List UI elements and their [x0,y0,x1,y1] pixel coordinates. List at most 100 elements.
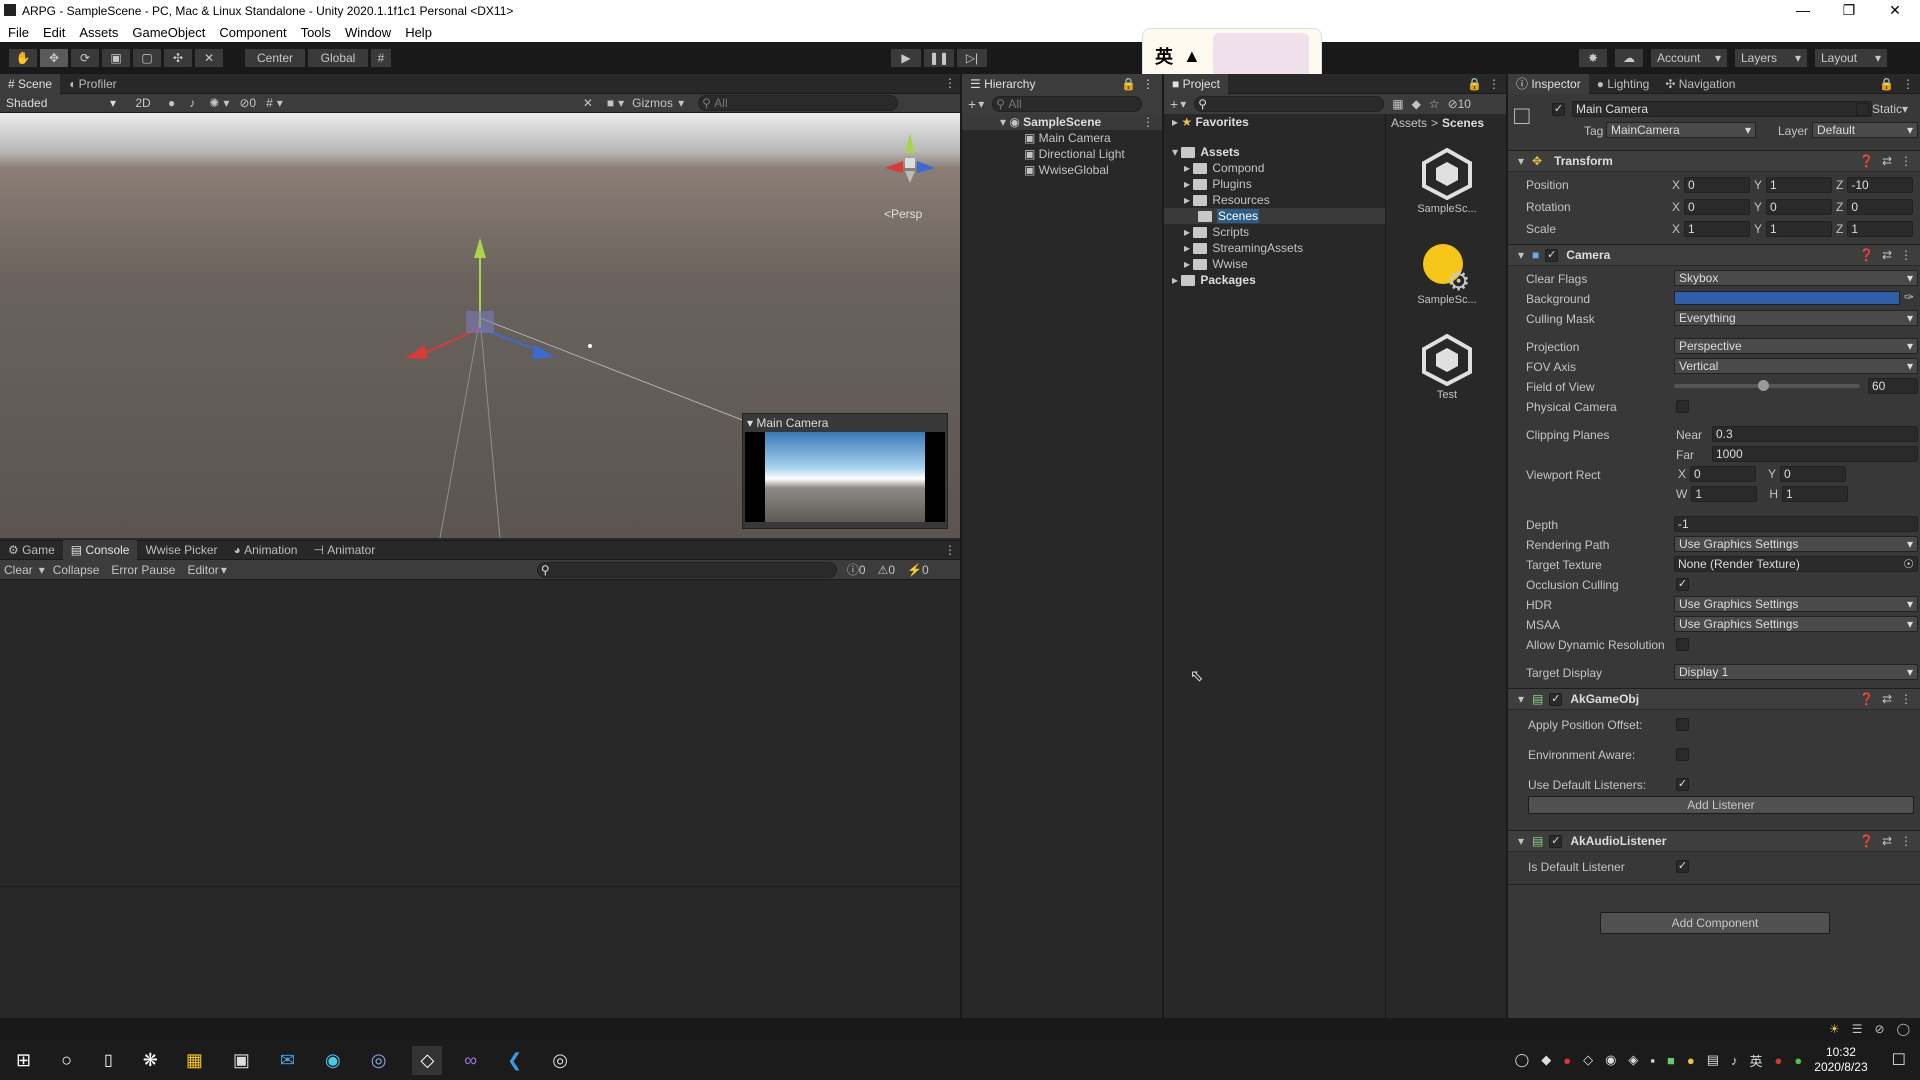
tab-navigation[interactable]: ✣ Navigation [1657,74,1743,94]
menu-help[interactable]: Help [405,25,432,40]
add-component-button[interactable]: Add Component [1600,912,1830,934]
console-detail-area[interactable] [0,886,960,1018]
apply-position-offset-checkbox[interactable] [1676,718,1689,731]
collapse-toggle[interactable]: Collapse [53,563,100,577]
tray-app-icon[interactable]: ● [1563,1053,1571,1068]
pivot-center-button[interactable]: Center [244,48,306,68]
sync-status-icon[interactable]: ◯ [1897,1022,1910,1036]
fov-slider-track[interactable] [1674,380,1860,391]
hand-tool-button[interactable]: ✋ [8,48,38,68]
viewport-w-field[interactable]: 1 [1691,486,1758,502]
camera-object-icon[interactable] [466,311,494,333]
unity-hub-icon[interactable]: ◎ [552,1050,568,1071]
volume-icon[interactable]: ♪ [1731,1053,1738,1068]
hierarchy-item-directional-light[interactable]: ▣ Directional Light [962,146,1162,162]
component-menu-icon[interactable]: ⋮ [1900,154,1912,168]
account-dropdown[interactable]: Account ▾ [1650,48,1728,68]
error-pause-toggle[interactable]: Error Pause [111,563,175,577]
chevron-down-icon[interactable]: ▾ [618,96,624,110]
akaudiolistener-header[interactable]: ▾ ▤ ✓ AkAudioListener ❓ ⇄ ⋮ [1508,830,1920,852]
task-view-icon[interactable]: ▯ [104,1050,113,1070]
notification-icon[interactable]: ☐ [1892,1050,1906,1070]
clear-flags-dropdown[interactable]: Skybox ▾ [1674,270,1918,286]
camera-header[interactable]: ▾ ■ ✓ Camera ❓ ⇄ ⋮ [1508,244,1920,266]
ime-skin-icon[interactable]: ▲ [1183,46,1201,67]
windows-start-icon[interactable]: ⊞ [16,1050,31,1071]
help-icon[interactable]: ❓ [1859,834,1874,848]
static-checkbox[interactable] [1856,103,1869,116]
panel-menu-icon[interactable]: ⋮ [1142,115,1154,129]
tab-profiler[interactable]: ◖ Profiler [60,74,125,94]
2d-toggle[interactable]: 2D [130,95,156,111]
static-dropdown[interactable]: Static ▾ [1872,102,1908,116]
clear-button[interactable]: Clear [4,563,33,577]
preset-icon[interactable]: ⇄ [1882,248,1892,262]
eyedropper-icon[interactable]: ✑ [1904,290,1914,304]
tray-app-icon[interactable]: ◆ [1541,1052,1551,1068]
target-display-dropdown[interactable]: Display 1 ▾ [1674,664,1918,680]
project-search-input[interactable]: ⚲ [1194,96,1385,112]
audio-toggle-icon[interactable]: ♪ [189,96,195,110]
tools-icon[interactable]: ✕ [583,96,593,110]
snap-grid-button[interactable]: # [370,48,392,68]
preset-icon[interactable]: ⇄ [1882,154,1892,168]
menu-component[interactable]: Component [219,25,286,40]
favorites-row[interactable]: ▸ ★ Favorites [1164,114,1385,130]
component-menu-icon[interactable]: ⋮ [1900,834,1912,848]
object-picker-icon[interactable]: ☉ [1903,557,1914,571]
help-icon[interactable]: ❓ [1859,692,1874,706]
store-icon[interactable]: ▣ [233,1050,250,1071]
position-y-field[interactable]: 1 [1766,177,1833,193]
move-tool-button[interactable]: ✥ [39,48,69,68]
filter-label-icon[interactable]: ◆ [1412,97,1421,111]
warning-icon[interactable]: ⚠ [878,563,889,577]
folder-plugins[interactable]: ▸ Plugins [1164,176,1385,192]
layers-status-icon[interactable]: ☰ [1852,1022,1863,1036]
folder-scenes[interactable]: Scenes [1164,208,1385,224]
folder-resources[interactable]: ▸ Resources [1164,192,1385,208]
hidden-objects-icon[interactable]: ⊘ [239,96,249,110]
position-x-field[interactable]: 0 [1684,177,1751,193]
unity-taskbar-icon[interactable]: ◇ [412,1045,443,1075]
gizmo-y-cone[interactable] [905,133,915,153]
menu-window[interactable]: Window [345,25,391,40]
tray-app-icon[interactable]: ● [1687,1053,1695,1068]
x-arrow-icon[interactable] [405,345,428,359]
component-menu-icon[interactable]: ⋮ [1900,248,1912,262]
mail-icon[interactable]: ✉ [280,1050,295,1071]
widgets-icon[interactable]: ❋ [143,1050,158,1071]
default-listeners-checkbox[interactable]: ✓ [1676,778,1689,791]
perspective-label[interactable]: <Persp [884,207,922,221]
lighting-toggle-icon[interactable]: ● [168,96,175,110]
vscode-icon[interactable]: ❮ [507,1050,522,1071]
scale-z-field[interactable]: 1 [1847,221,1914,237]
menu-tools[interactable]: Tools [301,25,331,40]
msaa-dropdown[interactable]: Use Graphics Settings ▾ [1674,616,1918,632]
culling-mask-dropdown[interactable]: Everything ▾ [1674,310,1918,326]
tray-app-icon[interactable]: ◇ [1583,1052,1593,1068]
pause-button[interactable]: ❚❚ [923,48,955,68]
fov-field[interactable]: 60 [1868,378,1918,394]
help-icon[interactable]: ❓ [1859,248,1874,262]
dynamic-resolution-checkbox[interactable] [1676,638,1689,651]
projection-dropdown[interactable]: Perspective ▾ [1674,338,1918,354]
panel-menu-icon[interactable]: ⋮ [1902,77,1914,91]
gizmo-z-cone[interactable] [917,161,935,173]
cloud-button[interactable]: ☁ [1614,48,1644,68]
asset-test-scene[interactable]: Test [1417,332,1477,401]
depth-field[interactable]: -1 [1674,516,1918,532]
pivot-global-button[interactable]: Global [307,48,369,68]
panel-menu-icon[interactable]: ⋮ [944,543,956,557]
tab-inspector[interactable]: ⓘ Inspector [1508,73,1589,94]
layers-dropdown[interactable]: Layers ▾ [1734,48,1808,68]
asset-scene-file[interactable]: SampleSc... [1417,146,1477,215]
transform-tool-button[interactable]: ✣ [163,48,193,68]
far-field[interactable]: 1000 [1712,446,1918,462]
hierarchy-item-wwiseglobal[interactable]: ▣ WwiseGlobal [962,162,1162,178]
chevron-down-icon[interactable]: ▾ [978,97,984,111]
effects-toggle-icon[interactable]: ✺ [209,96,219,110]
hierarchy-item-main-camera[interactable]: ▣ Main Camera [962,130,1162,146]
panel-menu-icon[interactable]: ⋮ [944,76,956,90]
folder-streamingassets[interactable]: ▸ StreamingAssets [1164,240,1385,256]
tab-project[interactable]: ■ Project [1164,73,1228,94]
